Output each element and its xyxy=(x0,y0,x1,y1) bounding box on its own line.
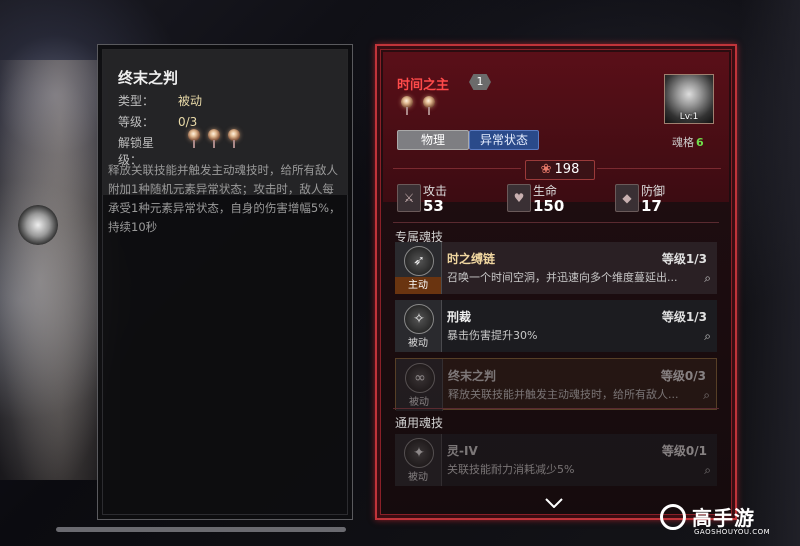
divider xyxy=(393,408,719,409)
skill-name: 灵-IV xyxy=(447,444,478,458)
stat-attack-value: 53 xyxy=(423,197,444,215)
watermark-text: 高手游 xyxy=(692,506,755,530)
divider xyxy=(393,168,521,169)
magnifier-plus-icon[interactable]: ⌕ xyxy=(704,463,711,478)
unlock-star-orbs xyxy=(186,129,242,149)
background-disc xyxy=(18,205,58,245)
character-star-orbs xyxy=(399,96,437,116)
skill-row[interactable]: ➶ 主动 时之缚链 等级1/3 召唤一个时间空洞，并迅速向多个维度蔓延出... … xyxy=(395,242,717,294)
skill-kind: 被动 xyxy=(408,472,428,483)
skill-type-label: 类型： xyxy=(118,94,155,108)
attack-icon: ⚔ xyxy=(397,184,421,212)
combat-power: ❀ 198 xyxy=(525,160,595,180)
skill-description: 关联技能耐力消耗减少5% xyxy=(447,463,575,476)
character-card: 时间之主 1 Lv:1 魂格 6 物理 异常状态 ❀ 198 ⚔ 攻击 53 ♥ 生… xyxy=(375,44,737,520)
section-general-skills: 通用魂技 xyxy=(395,416,444,430)
chain-skill-icon: ➶ xyxy=(404,246,434,276)
star-orb-icon xyxy=(226,129,242,149)
magnifier-plus-icon[interactable]: ⌕ xyxy=(704,329,711,344)
power-feather-icon: ❀ xyxy=(540,162,552,177)
spirit-skill-icon: ✦ xyxy=(404,438,434,468)
skill-row[interactable]: ✦ 被动 灵-IV 等级0/1 关联技能耐力消耗减少5% ⌕ xyxy=(395,434,717,486)
skill-level: 等级1/3 xyxy=(661,310,707,324)
divider xyxy=(393,222,719,223)
skill-level-label: 等级： xyxy=(118,115,155,129)
skill-row[interactable]: ✧ 被动 刑裁 等级1/3 暴击伤害提升30% ⌕ xyxy=(395,300,717,352)
soul-grid-label: 魂格 xyxy=(672,136,694,149)
skill-level: 等级0/1 xyxy=(661,444,707,458)
skill-description: 释放关联技能并触发主动魂技时，给所有敌人... xyxy=(448,388,679,401)
skill-kind: 被动 xyxy=(409,397,429,408)
star-orb-icon xyxy=(421,96,437,116)
star-orb-icon xyxy=(206,129,222,149)
logo-icon xyxy=(660,504,686,530)
tag-physical[interactable]: 物理 xyxy=(397,130,469,150)
magnifier-plus-icon[interactable]: ⌕ xyxy=(704,271,711,286)
skill-level: 等级1/3 xyxy=(661,252,707,266)
skill-type-value: 被动 xyxy=(178,94,203,108)
skill-name: 终末之判 xyxy=(448,369,497,383)
infinity-skill-icon: ∞ xyxy=(405,363,435,393)
skill-level-value: 0/3 xyxy=(178,115,198,129)
skill-name: 刑裁 xyxy=(447,310,472,324)
soul-grid-value: 6 xyxy=(696,136,704,149)
combat-power-value: 198 xyxy=(554,162,580,177)
stats-row: ⚔ 攻击 53 ♥ 生命 150 ◆ 防御 17 xyxy=(377,180,735,220)
skill-row-selected[interactable]: ∞ 被动 终末之判 等级0/3 释放关联技能并触发主动魂技时，给所有敌人... … xyxy=(395,358,717,411)
skill-level-row: 等级： 0/3 xyxy=(118,113,197,130)
horizontal-scrollbar[interactable] xyxy=(56,527,346,532)
skill-kind: 主动 xyxy=(395,277,441,294)
background-right-shade xyxy=(740,0,800,546)
skill-description: 暴击伤害提升30% xyxy=(447,329,538,342)
watermark-url: GAOSHOUYOU.COM xyxy=(694,528,771,536)
character-name: 时间之主 xyxy=(397,78,450,93)
divider xyxy=(597,168,721,169)
skill-name: 时之缚链 xyxy=(447,252,496,266)
chevron-down-icon[interactable] xyxy=(545,498,563,508)
skill-detail-description: 释放关联技能并触发主动魂技时，给所有敌人附加1种随机元素异常状态；攻击时，敌人每… xyxy=(108,163,341,234)
skill-type-row: 类型： 被动 xyxy=(118,92,202,109)
shield-icon: ◆ xyxy=(615,184,639,212)
skill-level: 等级0/3 xyxy=(660,369,706,383)
judgment-skill-icon: ✧ xyxy=(404,304,434,334)
stat-hp-value: 150 xyxy=(533,197,565,215)
star-orb-icon xyxy=(186,129,202,149)
skill-description: 召唤一个时间空洞，并迅速向多个维度蔓延出... xyxy=(447,271,678,284)
character-portrait[interactable]: Lv:1 xyxy=(664,74,714,124)
skill-kind: 被动 xyxy=(408,338,428,349)
magnifier-plus-icon[interactable]: ⌕ xyxy=(703,388,710,403)
heart-icon: ♥ xyxy=(507,184,531,212)
portrait-level: Lv:1 xyxy=(679,112,699,122)
character-star-badge: 1 xyxy=(469,74,491,90)
stat-defense-value: 17 xyxy=(641,197,662,215)
watermark: 高手游 GAOSHOUYOU.COM xyxy=(660,502,790,540)
soul-grid: 魂格 6 xyxy=(672,134,704,150)
skill-detail-panel: 终末之判 类型： 被动 等级： 0/3 解锁星级： 释放关联技能并触发主动魂技时，给… xyxy=(97,44,353,520)
tag-abnormal-status[interactable]: 异常状态 xyxy=(469,130,539,150)
skill-detail-title: 终末之判 xyxy=(118,69,179,87)
star-orb-icon xyxy=(399,96,415,116)
